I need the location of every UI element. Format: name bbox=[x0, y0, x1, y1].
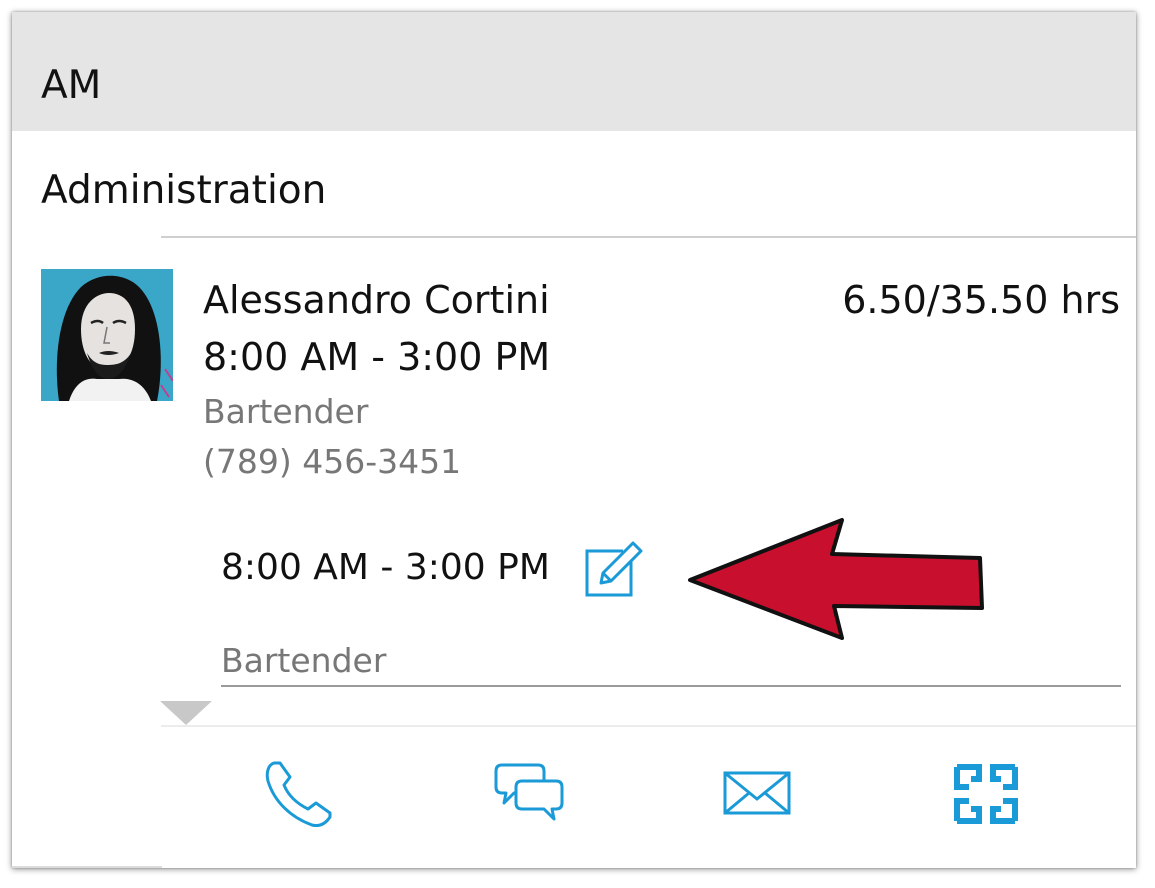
mail-icon bbox=[723, 771, 791, 815]
section-header: AM bbox=[12, 12, 1136, 131]
chat-button[interactable] bbox=[492, 757, 572, 832]
edit-shift-button[interactable] bbox=[583, 537, 645, 599]
divider bbox=[161, 725, 1136, 727]
schedule-card: AM Administration Alessandro Cortini 6.5… bbox=[12, 12, 1136, 868]
phone-icon bbox=[265, 761, 332, 827]
employee-role: Bartender bbox=[203, 392, 369, 431]
avatar[interactable] bbox=[41, 269, 173, 401]
call-button[interactable] bbox=[260, 757, 340, 832]
department-name: Administration bbox=[41, 168, 327, 213]
role-underline bbox=[221, 685, 1121, 687]
email-button[interactable] bbox=[719, 757, 799, 832]
employee-phone[interactable]: (789) 456-3451 bbox=[203, 441, 461, 483]
employee-shift-time: 8:00 AM - 3:00 PM bbox=[203, 335, 551, 379]
section-title: AM bbox=[41, 63, 102, 108]
shift-time: 8:00 AM - 3:00 PM bbox=[221, 547, 550, 588]
trade-shift-button[interactable] bbox=[949, 757, 1029, 832]
edit-icon bbox=[585, 541, 643, 597]
collapse-caret-icon[interactable] bbox=[160, 701, 212, 725]
divider bbox=[161, 236, 1136, 238]
employee-hours: 6.50/35.50 hrs bbox=[842, 278, 1120, 322]
annotation-arrow bbox=[688, 518, 984, 640]
divider bbox=[12, 866, 162, 868]
avatar-image bbox=[41, 269, 173, 401]
chat-icon bbox=[494, 763, 564, 821]
employee-name: Alessandro Cortini bbox=[203, 278, 550, 322]
exchange-icon bbox=[954, 764, 1018, 824]
shift-role: Bartender bbox=[221, 641, 387, 680]
